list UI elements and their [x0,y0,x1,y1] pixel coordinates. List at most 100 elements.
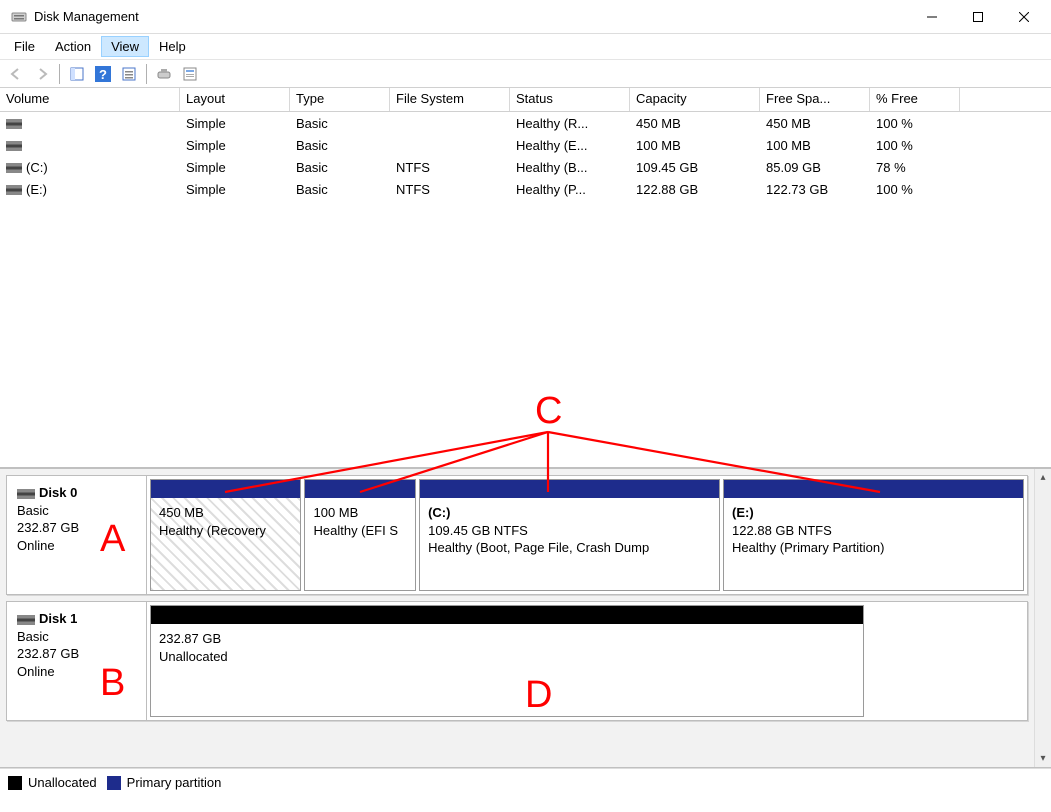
close-button[interactable] [1001,2,1047,32]
col-type[interactable]: Type [290,88,390,111]
col-pctfree[interactable]: % Free [870,88,960,111]
menubar: File Action View Help [0,34,1051,60]
vol-status: Healthy (B... [510,158,630,177]
show-hide-tree-button[interactable] [65,63,89,85]
disk-info[interactable]: Disk 0Basic232.87 GBOnline [7,476,147,594]
disk-icon [6,185,22,195]
vol-fs: NTFS [390,180,510,199]
partition-label: (E:) [732,504,1015,522]
vol-fs [390,143,510,147]
partition-status: Unallocated [159,648,855,666]
disk-size: 232.87 GB [17,520,79,535]
app-icon [10,8,28,26]
disk-partitions: 450 MBHealthy (Recovery100 MBHealthy (EF… [147,476,1027,594]
table-row[interactable]: SimpleBasicHealthy (R...450 MB450 MB100 … [0,112,1051,134]
vol-fs [390,121,510,125]
partition-size: 100 MB [313,504,407,522]
volume-list: Volume Layout Type File System Status Ca… [0,88,1051,468]
partition-size: 122.88 GB NTFS [732,522,1015,540]
menu-view[interactable]: View [101,36,149,57]
partition-stripe [305,480,415,498]
vol-capacity: 122.88 GB [630,180,760,199]
disk-row: Disk 0Basic232.87 GBOnline450 MBHealthy … [6,475,1028,595]
help-button[interactable]: ? [91,63,115,85]
table-row[interactable]: SimpleBasicHealthy (E...100 MB100 MB100 … [0,134,1051,156]
disk-info[interactable]: Disk 1Basic232.87 GBOnline [7,602,147,720]
menu-help[interactable]: Help [149,36,196,57]
vol-type: Basic [290,158,390,177]
vol-layout: Simple [180,180,290,199]
vol-status: Healthy (R... [510,114,630,133]
toolbar: ? [0,60,1051,88]
titlebar: Disk Management [0,0,1051,34]
disk-icon [17,615,35,625]
vol-status: Healthy (P... [510,180,630,199]
col-status[interactable]: Status [510,88,630,111]
vol-layout: Simple [180,158,290,177]
vol-pct: 100 % [870,114,960,133]
disk-icon [6,141,22,151]
disk-graph-panel: Disk 0Basic232.87 GBOnline450 MBHealthy … [0,468,1051,768]
toolbar-sep-2 [146,64,147,84]
vol-free: 100 MB [760,136,870,155]
col-filesystem[interactable]: File System [390,88,510,111]
window-title: Disk Management [34,9,139,24]
vol-status: Healthy (E... [510,136,630,155]
partition[interactable]: 100 MBHealthy (EFI S [304,479,416,591]
vol-layout: Simple [180,114,290,133]
properties-button[interactable] [178,63,202,85]
partition-stripe [151,480,300,498]
vol-layout: Simple [180,136,290,155]
partition-status: Healthy (Primary Partition) [732,539,1015,557]
refresh-button[interactable] [152,63,176,85]
partition-label: (C:) [428,504,711,522]
vol-capacity: 109.45 GB [630,158,760,177]
partition-status: Healthy (Recovery [159,522,292,540]
scroll-down-icon[interactable]: ▾ [1035,750,1051,767]
vol-capacity: 450 MB [630,114,760,133]
disk-state: Online [17,664,55,679]
back-button[interactable] [4,63,28,85]
disk-icon [6,119,22,129]
vol-pct: 100 % [870,136,960,155]
partition[interactable]: 450 MBHealthy (Recovery [150,479,301,591]
partition-status: Healthy (EFI S [313,522,407,540]
partition-stripe [724,480,1023,498]
toolbar-sep [59,64,60,84]
disk-size: 232.87 GB [17,646,79,661]
disk-state: Online [17,538,55,553]
menu-file[interactable]: File [4,36,45,57]
legend-unallocated: Unallocated [28,775,97,790]
table-row[interactable]: (E:)SimpleBasicNTFSHealthy (P...122.88 G… [0,178,1051,200]
partition[interactable]: (C:)109.45 GB NTFSHealthy (Boot, Page Fi… [419,479,720,591]
vol-fs: NTFS [390,158,510,177]
svg-text:?: ? [99,67,107,82]
disk-partitions: 232.87 GBUnallocated [147,602,867,720]
disk-name: Disk 1 [39,611,77,626]
disk-icon [6,163,22,173]
volume-header-row: Volume Layout Type File System Status Ca… [0,88,1051,112]
table-row[interactable]: (C:) SimpleBasicNTFSHealthy (B...109.45 G… [0,156,1051,178]
scroll-up-icon[interactable]: ▴ [1035,469,1051,486]
vol-capacity: 100 MB [630,136,760,155]
partition[interactable]: (E:)122.88 GB NTFSHealthy (Primary Parti… [723,479,1024,591]
vol-free: 122.73 GB [760,180,870,199]
vol-type: Basic [290,180,390,199]
menu-action[interactable]: Action [45,36,101,57]
col-layout[interactable]: Layout [180,88,290,111]
col-volume[interactable]: Volume [0,88,180,111]
maximize-button[interactable] [955,2,1001,32]
col-capacity[interactable]: Capacity [630,88,760,111]
legend: Unallocated Primary partition [0,768,1051,796]
settings-button[interactable] [117,63,141,85]
partition-stripe [151,606,863,624]
partition-size: 232.87 GB [159,630,855,648]
vol-type: Basic [290,114,390,133]
disk-icon [17,489,35,499]
vertical-scrollbar[interactable]: ▴ ▾ [1034,469,1051,767]
col-freespace[interactable]: Free Spa... [760,88,870,111]
forward-button[interactable] [30,63,54,85]
vol-name: (C:) [26,160,48,175]
minimize-button[interactable] [909,2,955,32]
partition[interactable]: 232.87 GBUnallocated [150,605,864,717]
